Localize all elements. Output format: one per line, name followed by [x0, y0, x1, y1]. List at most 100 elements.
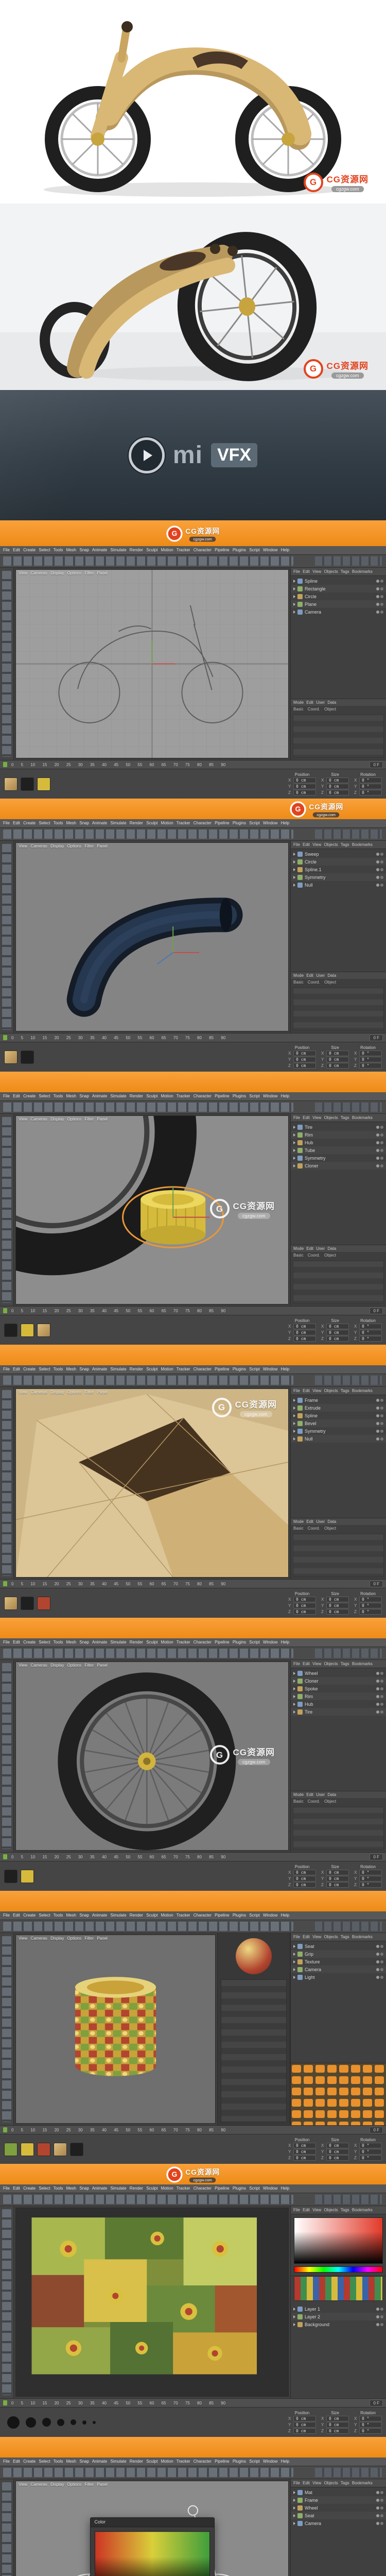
timeline[interactable]: 0 5 10 15 20 25 30 35 40 45 50 55 60 65 … [0, 1306, 386, 1315]
materials-palette[interactable] [4, 2142, 83, 2156]
object-item[interactable]: Grip [291, 1950, 386, 1958]
tool-palette[interactable] [0, 841, 14, 1033]
visibility-toggles[interactable] [376, 1960, 383, 1963]
tool-palette[interactable] [0, 2206, 14, 2398]
playhead[interactable] [3, 762, 7, 767]
brush-tip-icon[interactable] [71, 2419, 76, 2425]
layer-item[interactable]: Layer 2 [291, 2313, 386, 2320]
object-item[interactable]: Bevel [291, 1419, 386, 1427]
object-item[interactable]: Null [291, 881, 386, 889]
visibility-toggles[interactable] [376, 2521, 383, 2525]
object-item[interactable]: Hub [291, 1139, 386, 1146]
object-manager-tabs[interactable]: File Edit View Objects Tags Bookmarks [291, 1114, 386, 1122]
viewport[interactable]: View Cameras Display Options Filter Pane… [15, 2481, 289, 2576]
visibility-toggles[interactable] [376, 2506, 383, 2510]
toolbar[interactable] [0, 828, 386, 841]
menu-bar[interactable]: File Edit Create Select Tools Mesh Snap … [0, 819, 386, 828]
toolbar[interactable] [0, 1920, 386, 1933]
object-item[interactable]: Sweep [291, 850, 386, 858]
timeline[interactable]: 0 5 10 15 20 25 30 35 40 45 50 55 60 65 … [0, 1579, 386, 1588]
material-thumbnail[interactable] [37, 777, 50, 791]
viewport[interactable]: View Cameras Display Options Filter Pane… [15, 569, 289, 758]
visibility-toggles[interactable] [376, 1421, 383, 1425]
brush-tip-icon[interactable] [82, 2420, 86, 2425]
viewport-menu[interactable]: View Cameras Display Options Filter Pane… [19, 1663, 108, 1668]
object-manager-tabs[interactable]: File Edit View Objects Tags Bookmarks [291, 2479, 386, 2487]
materials-palette[interactable] [4, 1323, 50, 1337]
object-item[interactable]: Spline [291, 1412, 386, 1419]
timeline[interactable]: 0 5 10 15 20 25 30 35 40 45 50 55 60 65 … [0, 2398, 386, 2407]
viewport-menu[interactable]: View Cameras Display Options Filter Pane… [19, 2482, 108, 2487]
keyframe-grid[interactable] [291, 2063, 386, 2125]
viewport-menu[interactable]: View Cameras Display Options Filter Pane… [19, 844, 108, 849]
object-item[interactable]: Plane [291, 600, 386, 608]
object-item[interactable]: Tube [291, 1146, 386, 1154]
material-thumbnail[interactable] [21, 777, 34, 791]
visibility-toggles[interactable] [376, 883, 383, 887]
viewport[interactable]: View Cameras Display Options Filter Pane… [15, 1388, 289, 1578]
object-item[interactable]: Wheel [291, 2504, 386, 2512]
toolbar[interactable] [0, 2193, 386, 2206]
object-item[interactable]: Frame [291, 2496, 386, 2504]
visibility-toggles[interactable] [376, 1702, 383, 1706]
visibility-toggles[interactable] [376, 1398, 383, 1402]
object-item[interactable]: Texture [291, 1958, 386, 1965]
object-item[interactable]: Hub [291, 1700, 386, 1708]
viewport[interactable]: View Cameras Display Options Filter Pane… [15, 1115, 289, 1304]
object-item[interactable]: Symmetry [291, 1154, 386, 1162]
visibility-toggles[interactable] [376, 868, 383, 871]
menu-bar[interactable]: File Edit Create Select Tools Mesh Snap … [0, 2458, 386, 2466]
menu-bar[interactable]: File Edit Create Select Tools Mesh Snap … [0, 1638, 386, 1647]
visibility-toggles[interactable] [376, 852, 383, 856]
visibility-toggles[interactable] [376, 1975, 383, 1979]
viewport-menu[interactable]: View Cameras Display Options Filter Pane… [19, 1390, 108, 1395]
menu-bar[interactable]: File Edit Create Select Tools Mesh Snap … [0, 546, 386, 555]
menu-bar[interactable]: File Edit Create Select Tools Mesh Snap … [0, 1092, 386, 1101]
layer-item[interactable]: Layer 1 [291, 2305, 386, 2313]
materials-palette[interactable] [4, 1596, 50, 1610]
visibility-toggles[interactable] [376, 1687, 383, 1690]
object-item[interactable]: Rim [291, 1692, 386, 1700]
visibility-toggles[interactable] [376, 2490, 383, 2494]
object-item[interactable]: Wheel [291, 1669, 386, 1677]
brush-tip-icon[interactable] [7, 2416, 20, 2429]
object-item[interactable]: Seat [291, 1942, 386, 1950]
tool-palette[interactable] [0, 1387, 14, 1579]
dialog-title[interactable]: Color [90, 2517, 214, 2527]
material-thumbnail[interactable] [4, 777, 17, 791]
visibility-toggles[interactable] [376, 1141, 383, 1144]
visibility-toggles[interactable] [376, 875, 383, 879]
visibility-toggles[interactable] [376, 1429, 383, 1433]
viewport-menu[interactable]: View Cameras Display Options Filter Pane… [19, 1936, 108, 1941]
visibility-toggles[interactable] [376, 2315, 383, 2318]
object-item[interactable]: Camera [291, 1965, 386, 1973]
attribute-sections[interactable]: Basic Coord. Object [291, 706, 386, 713]
object-manager-tabs[interactable]: File Edit View Objects Tags Bookmarks [291, 841, 386, 849]
timeline[interactable]: 0 5 10 15 20 25 30 35 40 45 50 55 60 65 … [0, 1852, 386, 1861]
layer-item[interactable]: Background [291, 2320, 386, 2328]
object-item[interactable]: Symmetry [291, 1427, 386, 1435]
object-item[interactable]: Circle [291, 858, 386, 866]
menu-bar[interactable]: File Edit Create Select Tools Mesh Snap … [0, 1365, 386, 1374]
material-editor[interactable] [217, 1933, 290, 2125]
viewport-menu[interactable]: View Cameras Display Options Filter Pane… [19, 1117, 108, 1122]
object-item[interactable]: Spline.1 [291, 866, 386, 873]
brush-tip-icon[interactable] [93, 2420, 96, 2424]
toolbar[interactable] [0, 1647, 386, 1660]
visibility-toggles[interactable] [376, 2323, 383, 2326]
tool-palette[interactable] [0, 568, 14, 760]
visibility-toggles[interactable] [376, 2307, 383, 2311]
visibility-toggles[interactable] [376, 1710, 383, 1714]
tool-palette[interactable] [0, 2479, 14, 2576]
brush-tip-icon[interactable] [57, 2418, 64, 2426]
tool-palette[interactable] [0, 1660, 14, 1852]
visibility-toggles[interactable] [376, 1133, 383, 1137]
visibility-toggles[interactable] [376, 1694, 383, 1698]
object-item[interactable]: Frame [291, 1396, 386, 1404]
visibility-toggles[interactable] [376, 1968, 383, 1971]
color-panel-tabs[interactable]: File Edit View Objects Tags Bookmarks [291, 2206, 386, 2214]
object-item[interactable]: Rectangle [291, 585, 386, 592]
toolbar[interactable] [0, 1374, 386, 1387]
visibility-toggles[interactable] [376, 602, 383, 606]
tool-palette[interactable] [0, 1933, 14, 2125]
